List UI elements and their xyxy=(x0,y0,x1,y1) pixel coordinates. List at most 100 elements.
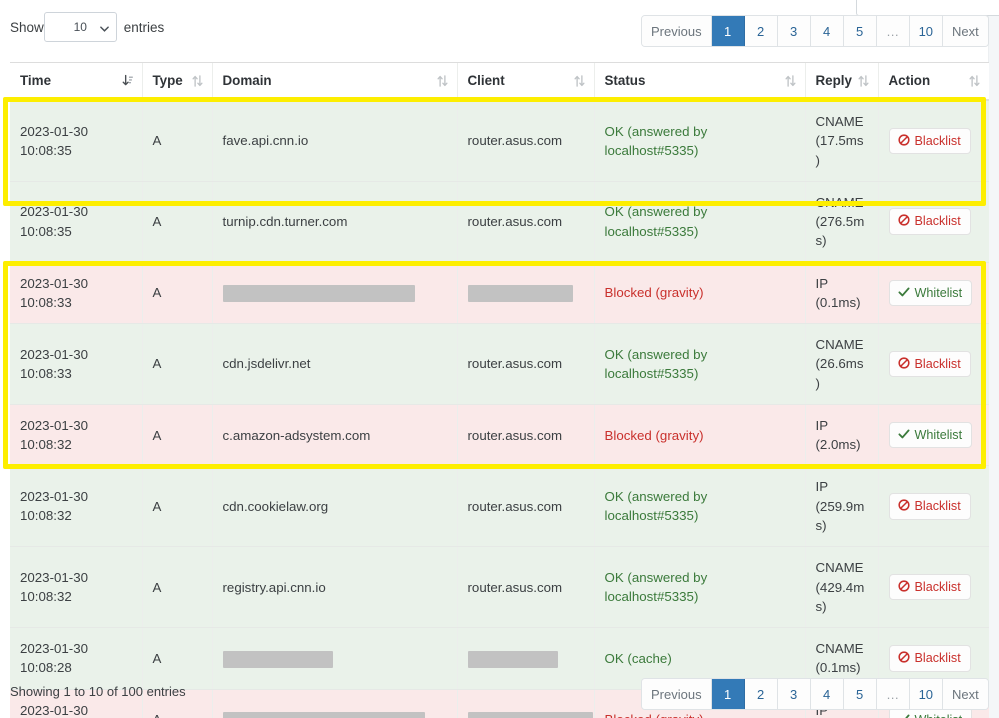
blacklist-button[interactable]: Blacklist xyxy=(888,350,971,378)
cell-reply: IP (259.9ms) xyxy=(804,465,878,548)
table-row[interactable]: 2023-01-30 10:08:33 Acdn.jsdelivr.net rout… xyxy=(10,323,989,405)
cell-time: 2023-01-30 10:08:33 xyxy=(10,262,142,325)
query-log-table-wrapper: Time Type Domain Client Status Reply Action 20… xyxy=(10,62,989,718)
pagination-page-3-top[interactable]: 3 xyxy=(777,16,811,46)
pager-label: 2 xyxy=(756,686,765,702)
table-controls: Show 10 entries Previous 1 2 3 4 5 … 10 Next xyxy=(0,0,999,62)
blacklist-button[interactable]: Blacklist xyxy=(888,645,971,672)
action-button-label: Blacklist xyxy=(914,214,961,229)
column-header-time[interactable]: Time xyxy=(10,62,142,101)
action-button-label: Blacklist xyxy=(914,356,961,371)
blacklist-button[interactable]: Blacklist xyxy=(888,493,971,520)
table-head: Time Type Domain Client Status Reply Action xyxy=(10,62,989,101)
pagination-next-bottom[interactable]: Next xyxy=(943,679,988,709)
pagination-page-2-top[interactable]: 2 xyxy=(744,16,778,46)
cell-type: A xyxy=(141,546,212,629)
cell-domain xyxy=(211,689,457,718)
table-row[interactable]: 2023-01-30 10:08:35 Aturnip.cdn.turner.co… xyxy=(10,181,989,263)
action-button-label: Whitelist xyxy=(915,713,963,718)
column-header-client[interactable]: Client xyxy=(456,62,594,101)
cell-client: router.asus.com xyxy=(456,323,594,405)
whitelist-button[interactable]: Whitelist xyxy=(888,279,973,307)
cell-reply: CNAME (17.5ms) xyxy=(804,100,878,182)
column-header-reply[interactable]: Reply xyxy=(804,62,878,101)
action-button-label: Blacklist xyxy=(914,133,961,148)
entries-length-value: 10 xyxy=(73,20,87,34)
pagination-page-5-top[interactable]: 5 xyxy=(843,16,877,46)
cell-client: router.asus.com xyxy=(456,404,594,467)
cell-time: 2023-01-30 10:08:32 xyxy=(10,465,142,548)
sort-icon[interactable] xyxy=(191,75,203,88)
sort-icon[interactable] xyxy=(122,74,133,88)
blacklist-button[interactable]: Blacklist xyxy=(888,573,971,601)
pager-label: 10 xyxy=(918,686,934,702)
column-header-domain[interactable]: Domain xyxy=(211,62,457,101)
column-header-type[interactable]: Type xyxy=(141,62,212,101)
whitelist-button[interactable]: Whitelist xyxy=(888,421,973,449)
cell-status: OK (answered by localhost#5335) xyxy=(593,181,805,263)
blacklist-button[interactable]: Blacklist xyxy=(888,127,971,155)
cell-time: 2023-01-30 10:08:28 xyxy=(10,627,142,690)
pagination-page-5-bottom[interactable]: 5 xyxy=(843,679,877,709)
cell-client xyxy=(456,627,594,690)
cell-status: OK (answered by localhost#5335) xyxy=(593,546,805,629)
cell-domain: cdn.cookielaw.org xyxy=(211,465,457,548)
pagination-previous-bottom[interactable]: Previous xyxy=(642,679,712,709)
table-row[interactable]: 2023-01-30 10:08:35 Afave.api.cnn.io route… xyxy=(10,100,989,182)
table-row[interactable]: 2023-01-30 10:08:32 Ac.amazon-adsystem.co… xyxy=(10,404,989,467)
search-input[interactable] xyxy=(856,0,999,16)
chevron-down-icon xyxy=(99,23,109,32)
action-button-label: Whitelist xyxy=(914,285,963,300)
pager-label: 4 xyxy=(822,686,831,702)
redacted-value xyxy=(222,285,415,303)
pagination-page-1-bottom[interactable]: 1 xyxy=(711,679,745,709)
show-label: Show xyxy=(10,19,44,35)
ban-icon xyxy=(897,651,910,666)
cell-domain: c.amazon-adsystem.com xyxy=(211,404,457,467)
cell-type: A xyxy=(141,627,212,690)
pagination-page-2-bottom[interactable]: 2 xyxy=(744,679,778,709)
cell-client: router.asus.com xyxy=(456,100,594,182)
cell-status: Blocked (gravity) xyxy=(593,404,805,467)
cell-time: 2023-01-30 10:08:33 xyxy=(10,323,142,405)
column-header-label: Type xyxy=(152,73,183,88)
table-row[interactable]: 2023-01-30 10:08:33 A Blocked (gravity) IP … xyxy=(10,262,989,325)
cell-action: Whitelist xyxy=(877,404,989,467)
sort-icon[interactable] xyxy=(784,75,796,88)
pagination-page-4-top[interactable]: 4 xyxy=(810,16,844,46)
pagination-next-top[interactable]: Next xyxy=(943,16,988,46)
cell-reply: IP (2.0ms) xyxy=(804,404,878,467)
sort-icon[interactable] xyxy=(857,75,869,88)
sort-icon[interactable] xyxy=(573,75,585,88)
pagination-page-1-top[interactable]: 1 xyxy=(711,16,745,46)
redacted-value xyxy=(222,712,425,718)
column-header-action[interactable]: Action xyxy=(877,62,989,101)
pagination-page-3-bottom[interactable]: 3 xyxy=(777,679,811,709)
check-icon xyxy=(897,428,910,443)
pagination-page-10-bottom[interactable]: 10 xyxy=(909,679,944,709)
blacklist-button[interactable]: Blacklist xyxy=(888,208,971,235)
cell-action: Blacklist xyxy=(877,181,989,263)
cell-status: OK (answered by localhost#5335) xyxy=(593,323,805,405)
cell-time: 2023-01-30 10:08:32 xyxy=(10,546,142,629)
pagination-previous-top[interactable]: Previous xyxy=(642,16,712,46)
action-button-label: Blacklist xyxy=(914,651,961,666)
cell-status: OK (answered by localhost#5335) xyxy=(593,100,805,182)
pagination-page-10-top[interactable]: 10 xyxy=(909,16,944,46)
pagination-page-4-bottom[interactable]: 4 xyxy=(810,679,844,709)
table-row[interactable]: 2023-01-30 10:08:32 Acdn.cookielaw.org rou… xyxy=(10,465,989,548)
action-button-label: Whitelist xyxy=(914,427,963,442)
ban-icon xyxy=(897,499,910,514)
entries-length-select[interactable]: 10 xyxy=(43,12,117,42)
action-button-label: Blacklist xyxy=(914,579,961,594)
column-header-status[interactable]: Status xyxy=(593,62,805,101)
redacted-value xyxy=(467,650,558,668)
cell-action: Whitelist xyxy=(877,262,989,325)
column-header-label: Action xyxy=(888,73,931,88)
sort-icon[interactable] xyxy=(969,75,980,88)
sort-icon[interactable] xyxy=(436,75,448,88)
table-row[interactable]: 2023-01-30 10:08:32 Aregistry.api.cnn.io r… xyxy=(10,546,989,629)
column-header-label: Time xyxy=(20,73,52,88)
pager-label: 5 xyxy=(855,686,864,702)
table-header-row: Time Type Domain Client Status Reply Action xyxy=(10,62,989,101)
